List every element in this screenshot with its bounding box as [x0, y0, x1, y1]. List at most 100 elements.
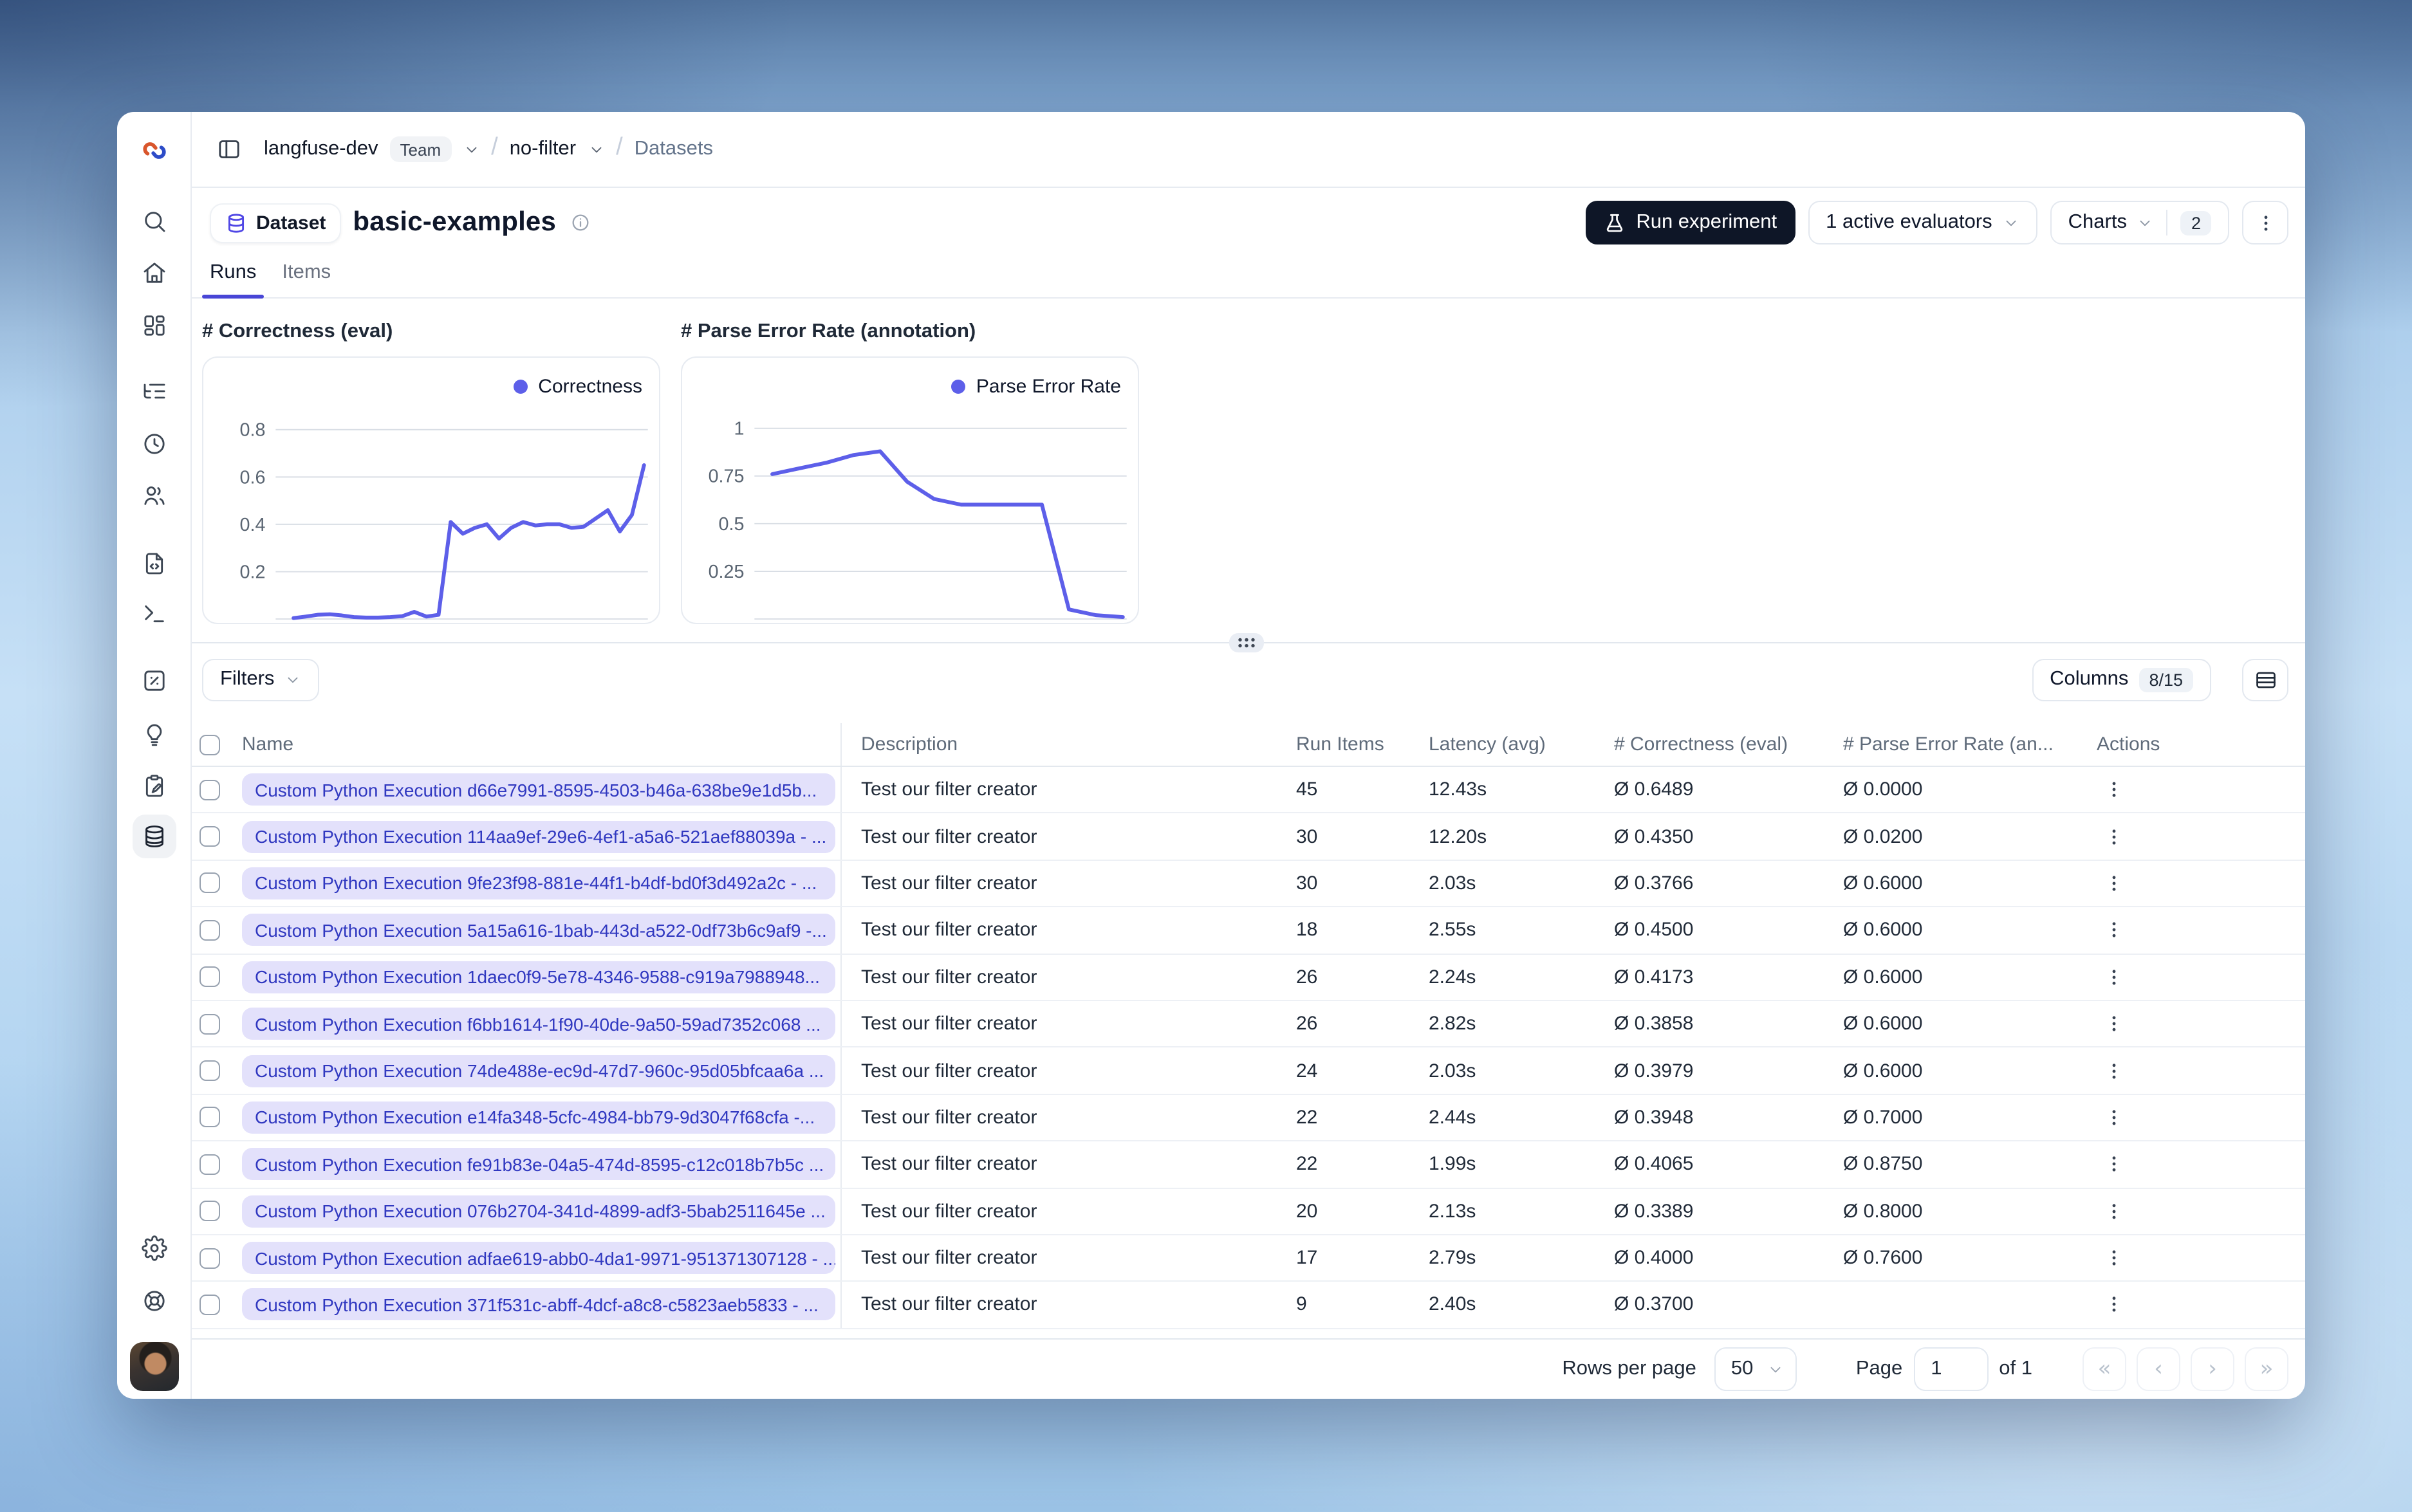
sidebar-item-insights-lightbulb[interactable] [133, 713, 176, 757]
table-row[interactable]: Custom Python Execution fe91b83e-04a5-47… [192, 1141, 2305, 1189]
row-checkbox[interactable] [199, 826, 220, 847]
sidebar-item-prompts-file-code[interactable] [133, 542, 176, 585]
row-checkbox[interactable] [199, 1201, 220, 1222]
row-actions-button[interactable] [2097, 820, 2130, 853]
drag-handle[interactable] [1229, 633, 1264, 652]
row-actions-button[interactable] [2097, 1288, 2130, 1322]
charts-button[interactable]: Charts 2 [2050, 201, 2229, 244]
row-checkbox[interactable] [199, 1248, 220, 1269]
info-icon[interactable] [570, 212, 591, 233]
run-name-link[interactable]: Custom Python Execution 371f531c-abff-4d… [242, 1288, 835, 1321]
table-row[interactable]: Custom Python Execution e14fa348-5cfc-49… [192, 1094, 2305, 1142]
table-row[interactable]: Custom Python Execution 9fe23f98-881e-44… [192, 860, 2305, 908]
first-page-button[interactable]: « [2083, 1347, 2126, 1391]
table-row[interactable]: Custom Python Execution 5a15a616-1bab-44… [192, 907, 2305, 955]
row-actions-button[interactable] [2097, 914, 2130, 947]
row-checkbox[interactable] [199, 1154, 220, 1175]
select-all-checkbox[interactable] [199, 734, 220, 755]
row-checkbox[interactable] [199, 872, 220, 894]
page-number-input[interactable] [1914, 1347, 1989, 1391]
row-actions-button[interactable] [2097, 961, 2130, 994]
row-actions-button[interactable] [2097, 1054, 2130, 1087]
page-header: Dataset basic-examples Run experiment 1 … [192, 188, 2305, 299]
run-name-link[interactable]: Custom Python Execution f6bb1614-1f90-40… [242, 1008, 835, 1040]
table-row[interactable]: Custom Python Execution adfae619-abb0-4d… [192, 1235, 2305, 1282]
next-page-button[interactable]: › [2191, 1347, 2234, 1391]
row-height-button[interactable] [2242, 658, 2288, 701]
app-window: langfuse-dev Team / no-filter / Datasets [117, 112, 2305, 1399]
row-actions-button[interactable] [2097, 867, 2130, 900]
rows-per-page-select[interactable]: 50 [1714, 1347, 1797, 1391]
row-height-icon [2256, 671, 2275, 688]
table-row[interactable]: Custom Python Execution 1daec0f9-5e78-43… [192, 954, 2305, 1001]
run-name-link[interactable]: Custom Python Execution 74de488e-ec9d-47… [242, 1055, 835, 1087]
run-name-link[interactable]: Custom Python Execution fe91b83e-04a5-47… [242, 1148, 835, 1181]
table-row[interactable]: Custom Python Execution 114aa9ef-29e6-4e… [192, 813, 2305, 861]
run-name-link[interactable]: Custom Python Execution 5a15a616-1bab-44… [242, 914, 835, 946]
dataset-entity-badge: Dataset [210, 203, 342, 243]
user-avatar[interactable] [130, 1342, 179, 1391]
filters-button[interactable]: Filters [202, 658, 320, 701]
kebab-menu-icon [2111, 1110, 2115, 1125]
sidebar-item-dashboard[interactable] [133, 304, 176, 347]
parse-error-rate-value: Ø 0.6000 [1843, 966, 1923, 988]
run-name-link[interactable]: Custom Python Execution 114aa9ef-29e6-4e… [242, 820, 835, 853]
previous-page-button[interactable]: ‹ [2137, 1347, 2180, 1391]
sidebar-item-users[interactable] [133, 474, 176, 517]
row-checkbox[interactable] [199, 1013, 220, 1035]
chevron-down-icon[interactable] [588, 141, 604, 158]
sidebar-item-annotation-clipboard[interactable] [133, 764, 176, 808]
row-checkbox[interactable] [199, 1107, 220, 1128]
sidebar-item-playground-terminal[interactable] [133, 592, 176, 636]
breadcrumb-environment[interactable]: no-filter [510, 138, 576, 161]
run-name-link[interactable]: Custom Python Execution 9fe23f98-881e-44… [242, 867, 835, 899]
sidebar-item-search[interactable] [133, 199, 176, 243]
correctness-chart-card: 0.2 0.4 0.6 0.8 Correctness [202, 356, 660, 624]
columns-button[interactable]: Columns 8/15 [2032, 658, 2211, 701]
run-experiment-button[interactable]: Run experiment [1586, 201, 1795, 244]
row-actions-button[interactable] [2097, 1194, 2130, 1228]
table-row[interactable]: Custom Python Execution 371f531c-abff-4d… [192, 1282, 2305, 1329]
sidebar-item-home[interactable] [133, 251, 176, 295]
breadcrumb-separator: / [616, 134, 623, 161]
run-items-value: 9 [1296, 1293, 1307, 1316]
sidebar-item-sessions-clock[interactable] [133, 422, 176, 466]
run-name-link[interactable]: Custom Python Execution adfae619-abb0-4d… [242, 1242, 835, 1275]
run-name-link[interactable]: Custom Python Execution e14fa348-5cfc-49… [242, 1101, 835, 1134]
run-description: Test our filter creator [840, 1047, 1277, 1094]
sidebar-item-support-lifebuoy[interactable] [133, 1279, 176, 1323]
active-evaluators-button[interactable]: 1 active evaluators [1808, 201, 2037, 244]
chevron-down-icon[interactable] [463, 141, 479, 158]
table-row[interactable]: Custom Python Execution 74de488e-ec9d-47… [192, 1047, 2305, 1095]
sidebar-toggle-icon[interactable] [207, 127, 251, 171]
sidebar-item-settings-gear[interactable] [133, 1226, 176, 1270]
sessions-clock-icon [144, 434, 165, 454]
row-actions-button[interactable] [2097, 1241, 2130, 1275]
row-checkbox[interactable] [199, 1060, 220, 1082]
row-checkbox[interactable] [199, 919, 220, 941]
row-checkbox[interactable] [199, 779, 220, 800]
table-row[interactable]: Custom Python Execution f6bb1614-1f90-40… [192, 1000, 2305, 1048]
table-row[interactable]: Custom Python Execution d66e7991-8595-45… [192, 767, 2305, 814]
sidebar-item-evaluation-percent[interactable] [133, 659, 176, 703]
breadcrumb-section[interactable]: Datasets [635, 138, 713, 161]
tab-items[interactable]: Items [274, 261, 339, 297]
table-row[interactable]: Custom Python Execution 076b2704-341d-48… [192, 1188, 2305, 1235]
row-actions-button[interactable] [2097, 773, 2130, 806]
last-page-button[interactable]: » [2245, 1347, 2288, 1391]
sidebar-item-tracing-tree[interactable] [133, 369, 176, 413]
run-name-link[interactable]: Custom Python Execution 076b2704-341d-48… [242, 1195, 835, 1228]
row-checkbox[interactable] [199, 966, 220, 988]
tab-runs[interactable]: Runs [202, 261, 264, 299]
run-name-link[interactable]: Custom Python Execution 1daec0f9-5e78-43… [242, 961, 835, 993]
run-name-link[interactable]: Custom Python Execution d66e7991-8595-45… [242, 773, 835, 806]
breadcrumb-project[interactable]: langfuse-dev [264, 138, 378, 161]
column-header-name: Name [192, 733, 840, 755]
more-actions-button[interactable] [2242, 201, 2288, 244]
page-title: basic-examples [353, 207, 557, 237]
row-actions-button[interactable] [2097, 1007, 2130, 1040]
sidebar-item-datasets-database[interactable] [133, 815, 176, 858]
row-actions-button[interactable] [2097, 1148, 2130, 1181]
row-actions-button[interactable] [2097, 1101, 2130, 1134]
row-checkbox[interactable] [199, 1294, 220, 1315]
